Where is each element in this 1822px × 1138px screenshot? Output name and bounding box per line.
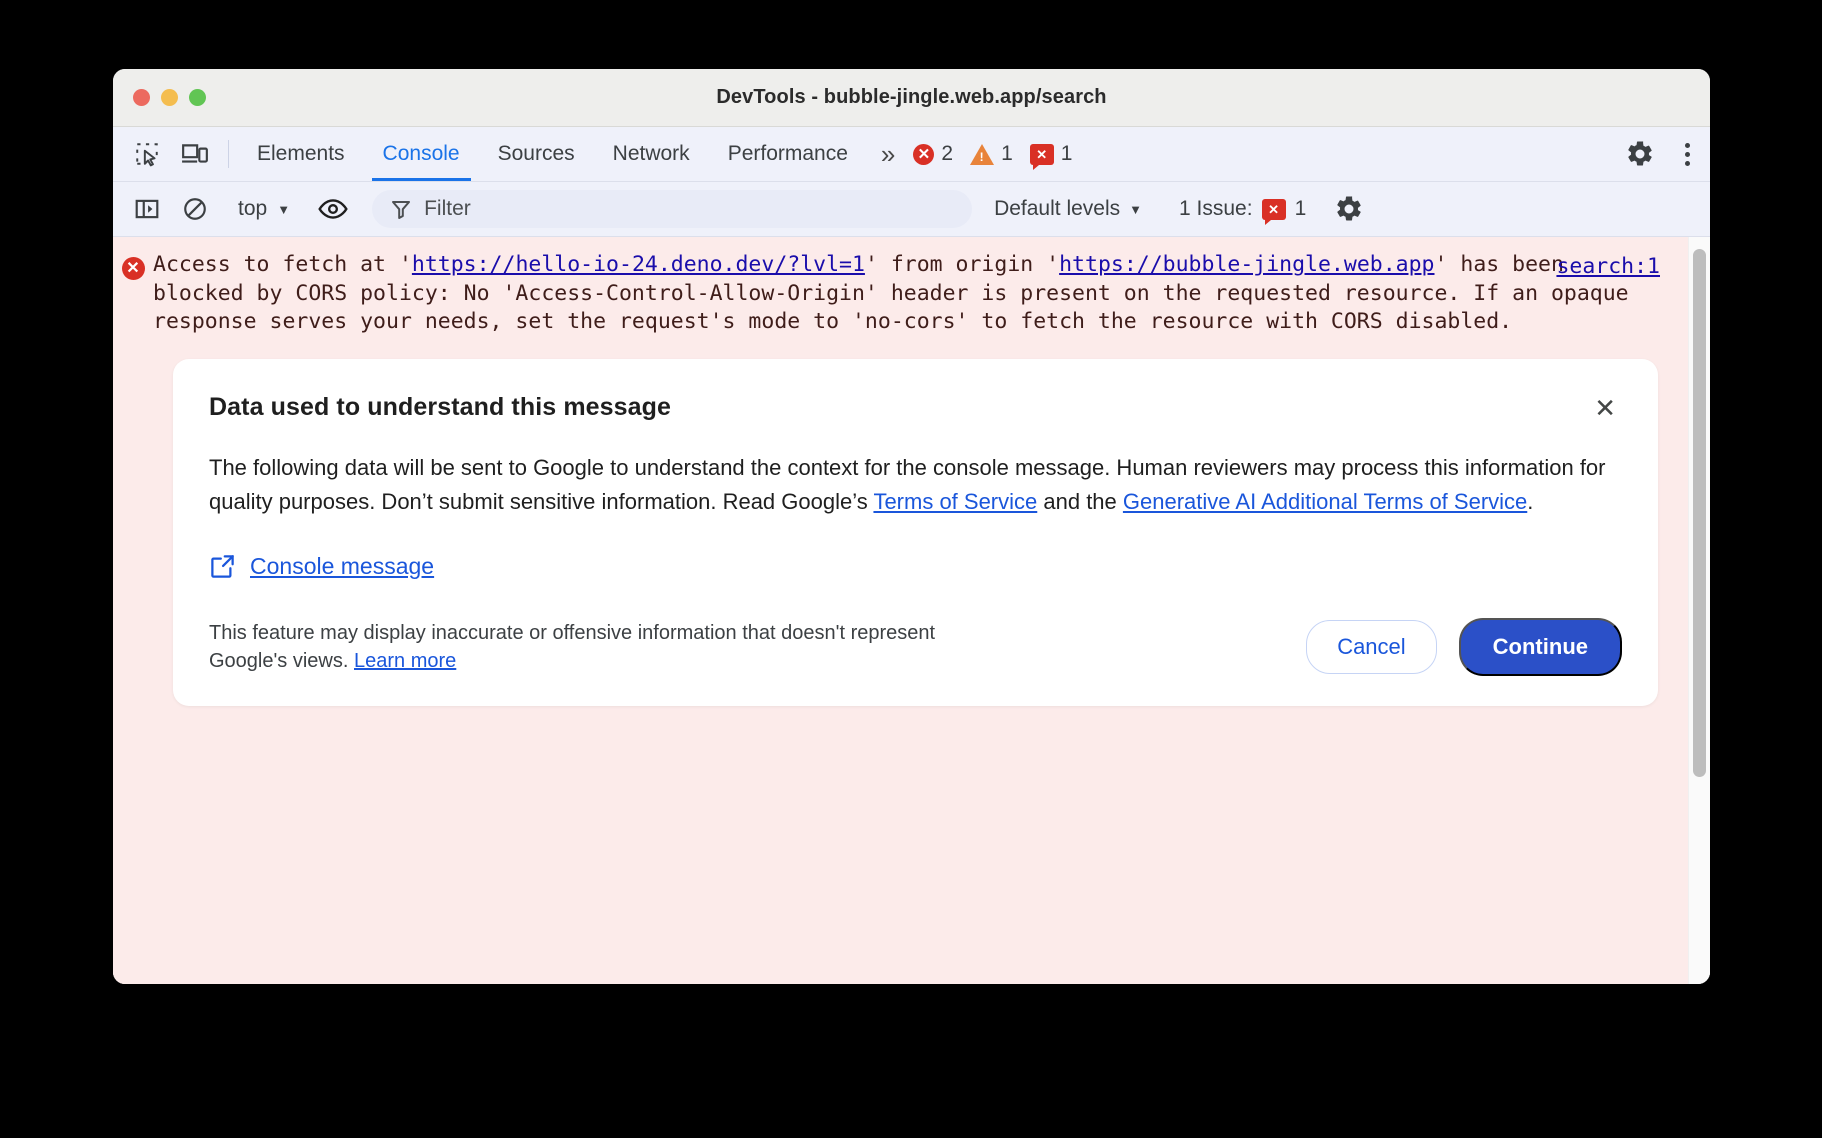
console-panel: ✕ Access to fetch at 'https://hello-io-2… xyxy=(113,237,1710,984)
console-settings-gear-icon[interactable] xyxy=(1325,194,1373,224)
console-scrollbar[interactable] xyxy=(1688,237,1710,984)
data-disclosure-dialog: Data used to understand this message ✕ T… xyxy=(173,359,1658,706)
tab-performance[interactable]: Performance xyxy=(709,127,867,181)
scrollbar-thumb[interactable] xyxy=(1693,249,1706,777)
kebab-menu-icon[interactable] xyxy=(1664,143,1710,166)
chevron-down-icon: ▼ xyxy=(277,203,290,216)
body-part-text-2: and the xyxy=(1037,489,1123,514)
issue-icon: ✕ xyxy=(1030,144,1054,165)
console-sidebar-icon[interactable] xyxy=(123,196,171,222)
tab-elements[interactable]: Elements xyxy=(238,127,364,181)
devtools-window: DevTools - bubble-jingle.web.app/search … xyxy=(113,69,1710,984)
chevron-down-icon: ▼ xyxy=(1129,203,1142,216)
close-icon[interactable]: ✕ xyxy=(1588,391,1622,425)
warning-badge[interactable]: 1 xyxy=(958,127,1018,181)
error-icon: ✕ xyxy=(913,144,934,165)
console-message-link-label: Console message xyxy=(250,553,434,580)
dialog-actions: Cancel Continue xyxy=(1306,618,1622,676)
issues-summary[interactable]: 1 Issue: ✕ 1 xyxy=(1165,197,1316,221)
continue-button[interactable]: Continue xyxy=(1459,618,1622,676)
issue-badge[interactable]: ✕ 1 xyxy=(1018,127,1078,181)
external-link-icon xyxy=(209,553,236,580)
issues-count: 1 xyxy=(1295,197,1307,221)
inspect-element-icon[interactable] xyxy=(123,127,171,181)
devtools-tabbar: Elements Console Sources Network Perform… xyxy=(113,127,1710,182)
disclaimer-text: This feature may display inaccurate or o… xyxy=(209,622,935,672)
issues-label: 1 Issue: xyxy=(1179,197,1253,221)
dialog-footer: This feature may display inaccurate or o… xyxy=(209,618,1622,676)
msg-part-text-2: ' from origin ' xyxy=(865,252,1059,277)
tab-console[interactable]: Console xyxy=(364,127,479,181)
console-message-disclosure-link[interactable]: Console message xyxy=(209,553,1622,580)
clear-console-icon[interactable] xyxy=(171,196,219,222)
error-badge[interactable]: ✕ 2 xyxy=(904,127,958,181)
dialog-title: Data used to understand this message xyxy=(209,393,671,422)
log-levels-select[interactable]: Default levels ▼ xyxy=(978,197,1156,221)
msg-part-text-0: Access to fetch at ' xyxy=(153,252,412,277)
console-filter-toolbar: top ▼ Filter Default levels ▼ 1 Issue: ✕… xyxy=(113,182,1710,237)
msg-part-link-3[interactable]: https://bubble-jingle.web.app xyxy=(1059,252,1434,277)
traffic-lights xyxy=(133,89,206,106)
device-toolbar-icon[interactable] xyxy=(171,127,219,181)
console-message-list: ✕ Access to fetch at 'https://hello-io-2… xyxy=(113,237,1688,984)
minimize-window-button[interactable] xyxy=(161,89,178,106)
execution-context-value: top xyxy=(238,197,267,221)
execution-context-select[interactable]: top ▼ xyxy=(228,197,300,221)
filter-placeholder: Filter xyxy=(424,197,471,221)
msg-part-link-1[interactable]: https://hello-io-24.deno.dev/?lvl=1 xyxy=(412,252,865,277)
filter-icon xyxy=(390,198,412,220)
console-message-text: Access to fetch at 'https://hello-io-24.… xyxy=(153,251,1688,337)
warning-count: 1 xyxy=(1001,142,1013,166)
close-window-button[interactable] xyxy=(133,89,150,106)
window-title: DevTools - bubble-jingle.web.app/search xyxy=(113,86,1710,109)
issue-count: 1 xyxy=(1061,142,1073,166)
learn-more-link[interactable]: Learn more xyxy=(354,650,456,672)
error-icon: ✕ xyxy=(113,251,153,337)
dialog-header: Data used to understand this message ✕ xyxy=(209,393,1622,425)
live-expression-icon[interactable] xyxy=(309,196,357,222)
body-part-text-4: . xyxy=(1527,489,1533,514)
terms-of-service-link[interactable]: Terms of Service xyxy=(873,489,1037,514)
tab-sources[interactable]: Sources xyxy=(479,127,594,181)
cancel-button[interactable]: Cancel xyxy=(1306,620,1436,674)
more-tabs-button[interactable]: » xyxy=(867,127,904,181)
gear-icon[interactable] xyxy=(1616,139,1664,169)
warning-icon xyxy=(970,144,994,165)
tabbar-divider xyxy=(228,140,229,168)
issue-icon: ✕ xyxy=(1262,199,1286,220)
dialog-disclaimer: This feature may display inaccurate or o… xyxy=(209,619,999,675)
tab-network[interactable]: Network xyxy=(594,127,709,181)
window-titlebar: DevTools - bubble-jingle.web.app/search xyxy=(113,69,1710,127)
zoom-window-button[interactable] xyxy=(189,89,206,106)
error-count: 2 xyxy=(941,142,953,166)
search-input[interactable]: Filter xyxy=(372,190,972,228)
generative-ai-terms-link[interactable]: Generative AI Additional Terms of Servic… xyxy=(1123,489,1527,514)
dialog-body-text: The following data will be sent to Googl… xyxy=(209,451,1622,519)
console-error-message[interactable]: ✕ Access to fetch at 'https://hello-io-2… xyxy=(113,237,1688,347)
log-levels-label: Default levels xyxy=(994,197,1120,221)
console-message-source-link[interactable]: search:1 xyxy=(1556,254,1660,279)
